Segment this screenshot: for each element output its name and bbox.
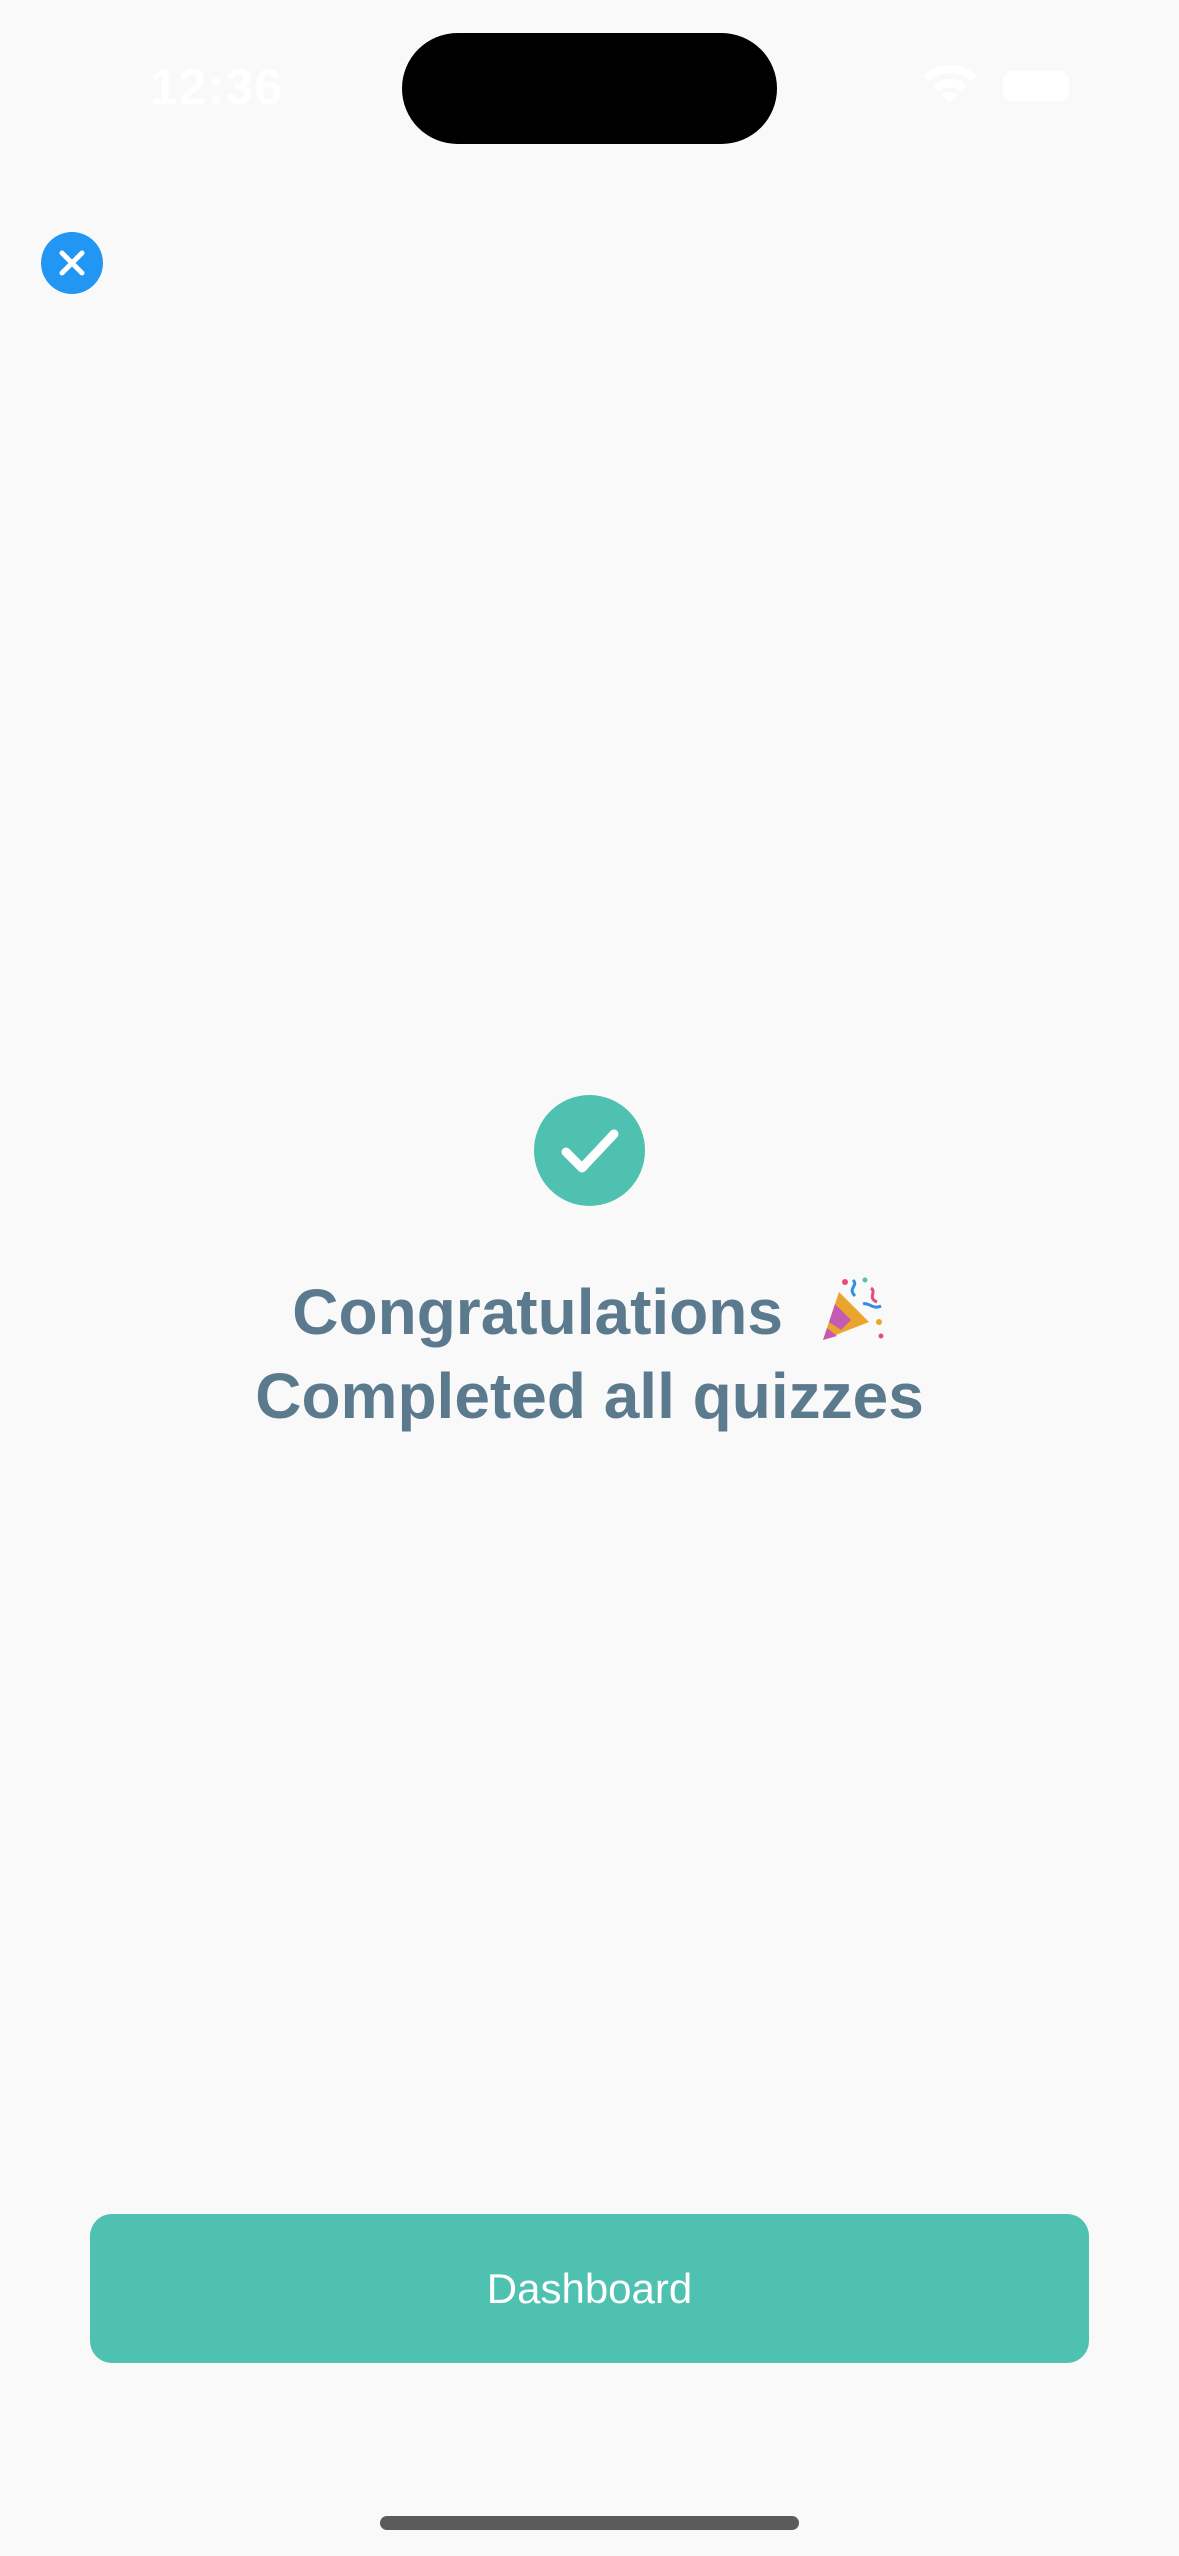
dashboard-button[interactable]: Dashboard [90, 2214, 1089, 2363]
congrats-line: Congratulations [0, 1270, 1179, 1354]
dynamic-island [402, 33, 777, 144]
success-check-badge [534, 1095, 645, 1206]
home-indicator [380, 2516, 799, 2530]
checkmark-circle-icon [561, 1129, 618, 1172]
party-popper-icon [822, 1277, 884, 1341]
congrats-title: Congratulations [292, 1276, 783, 1348]
close-icon [59, 250, 85, 276]
completion-subtitle: Completed all quizzes [255, 1360, 924, 1432]
close-button[interactable] [41, 232, 103, 294]
quiz-complete-screen: 12:36 Congratulations Completed all quiz… [0, 0, 1179, 2556]
wifi-icon [923, 64, 977, 104]
status-time: 12:36 [150, 59, 283, 115]
battery-icon [1003, 71, 1069, 101]
completion-message: Congratulations Completed all quizzes [0, 1270, 1179, 1438]
